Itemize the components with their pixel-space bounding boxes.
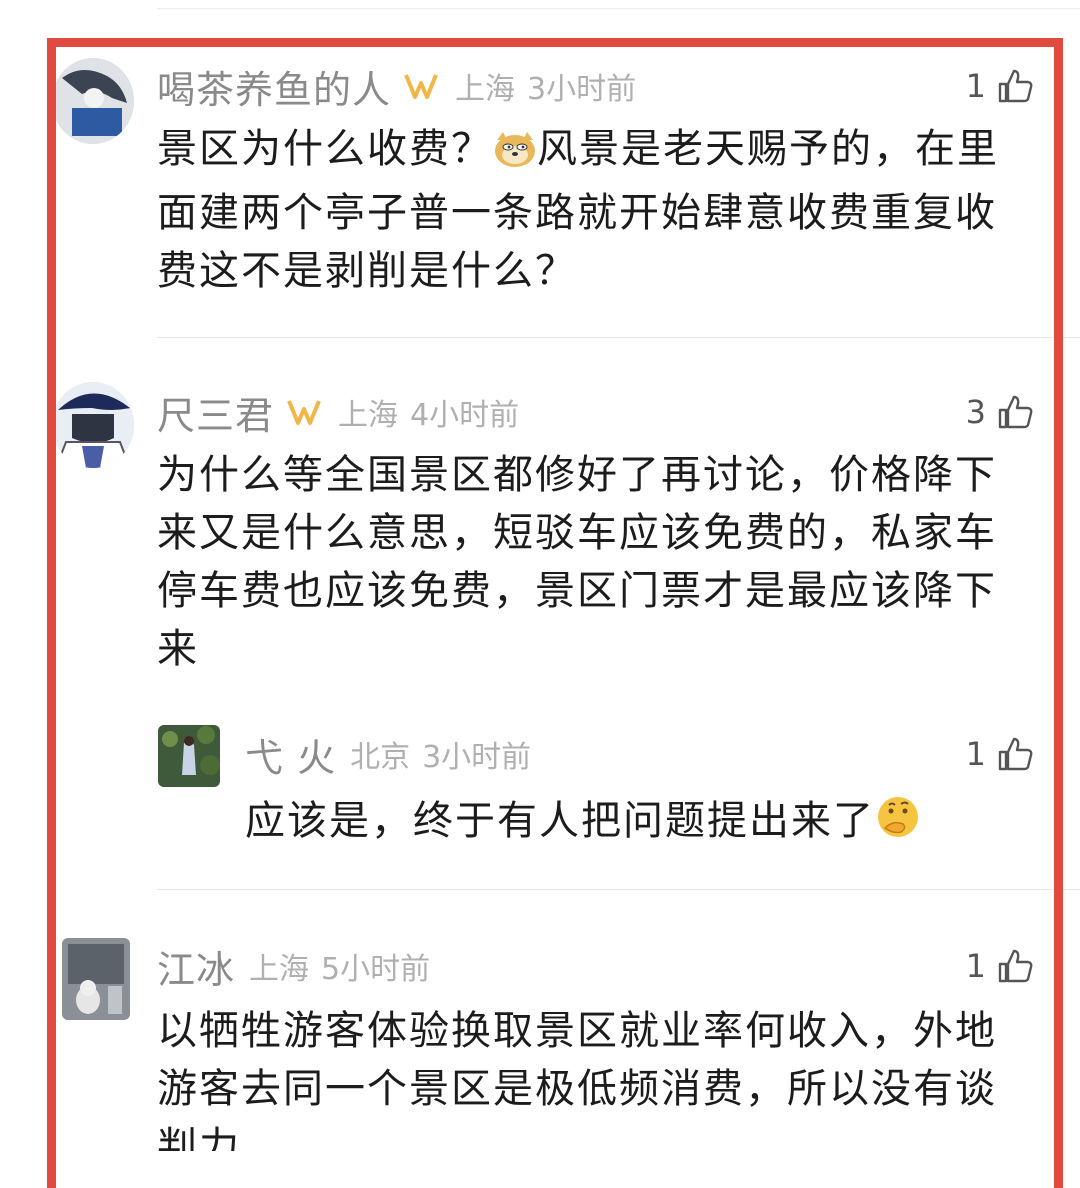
highlight-frame (47, 38, 1063, 1188)
top-divider (157, 8, 1080, 9)
